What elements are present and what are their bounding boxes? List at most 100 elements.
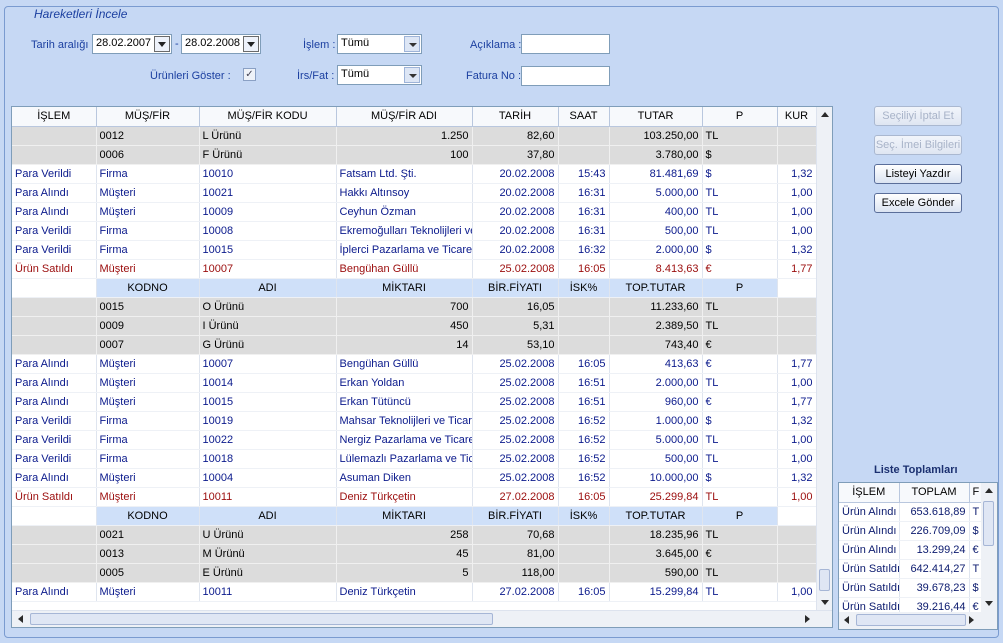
cell-date: 25.02.2008 xyxy=(472,259,559,279)
movement-row[interactable]: Para Alındı Müşteri 10021 Hakkı Altınsoy 20.… xyxy=(12,183,817,203)
cell-name: Deniz Türkçetin xyxy=(336,582,473,602)
cell-unit-price: 37,80 xyxy=(472,145,559,165)
totals-amount: 39.678,23 xyxy=(899,578,970,598)
cell-code: 10007 xyxy=(199,259,337,279)
cancel-selected-button[interactable]: Seçiliyi İptal Et xyxy=(874,106,962,126)
totals-row[interactable]: Ürün Alındı 226.709,09 $ xyxy=(839,521,982,541)
scroll-left-icon[interactable] xyxy=(844,616,849,624)
scroll-down-icon[interactable] xyxy=(821,600,829,605)
product-row[interactable]: 0012 L Ürünü 1.250 82,60 103.250,00 TL xyxy=(12,126,817,146)
sub-column-header: KODNO xyxy=(96,506,200,526)
totals-currency: T xyxy=(969,559,982,579)
movement-row[interactable]: Para Verildi Firma 10022 Nergiz Pazarlama v… xyxy=(12,430,817,450)
cell-total: 3.780,00 xyxy=(609,145,703,165)
imei-info-button[interactable]: Seç. İmei Bilgileri xyxy=(874,135,962,155)
movement-row[interactable]: Para Alındı Müşteri 10011 Deniz Türkçetin 27… xyxy=(12,582,817,602)
totals-row[interactable]: Ürün Alındı 13.299,24 € xyxy=(839,540,982,560)
scroll-up-icon[interactable] xyxy=(821,112,829,117)
product-row[interactable]: 0021 U Ürünü 258 70,68 18.235,96 TL xyxy=(12,525,817,545)
date-to-dropdown-icon[interactable] xyxy=(243,36,259,52)
date-from-dropdown-icon[interactable] xyxy=(154,36,170,52)
invoice-no-input[interactable] xyxy=(521,66,610,86)
cell-islem: Para Alındı xyxy=(12,354,97,374)
movement-row[interactable]: Para Verildi Firma 10015 İplerci Pazarlama … xyxy=(12,240,817,260)
islem-select[interactable]: Tümü xyxy=(337,34,422,54)
movement-row[interactable]: Para Alındı Müşteri 10014 Erkan Yoldan 25.02… xyxy=(12,373,817,393)
cell-empty xyxy=(12,126,97,146)
movements-grid[interactable]: İŞLEM MÜŞ/FİR MÜŞ/FİR KODU MÜŞ/FİR ADI TARİH… xyxy=(11,106,833,628)
chevron-down-icon[interactable] xyxy=(404,67,420,83)
date-from-value: 28.02.2007 xyxy=(96,37,152,49)
product-row[interactable]: 0013 M Ürünü 45 81,00 3.645,00 € xyxy=(12,544,817,564)
product-row[interactable]: 0015 O Ürünü 700 16,05 11.233,60 TL xyxy=(12,297,817,317)
totals-row[interactable]: Ürün Alındı 653.618,89 T xyxy=(839,502,982,522)
chevron-down-icon[interactable] xyxy=(404,36,420,52)
movement-row[interactable]: Para Verildi Firma 10008 Ekremoğulları Tekn… xyxy=(12,221,817,241)
totals-grid[interactable]: İŞLEM TOPLAM F Ürün Alındı 653.618,89 T Ürün … xyxy=(838,482,998,630)
cell-date: 25.02.2008 xyxy=(472,449,559,469)
irs-fat-select[interactable]: Tümü xyxy=(337,65,422,85)
product-row[interactable]: 0007 G Ürünü 14 53,10 743,40 € xyxy=(12,335,817,355)
scroll-down-icon[interactable] xyxy=(985,601,993,606)
cell-musfir: Müşteri xyxy=(96,373,200,393)
show-products-checkbox[interactable]: ✓ xyxy=(243,68,256,81)
totals-row[interactable]: Ürün Satıldı 39.678,23 $ xyxy=(839,578,982,598)
cell-currency: TL xyxy=(702,297,778,317)
date-from-picker[interactable]: 28.02.2007 xyxy=(92,34,172,54)
scroll-up-icon[interactable] xyxy=(985,488,993,493)
scroll-left-icon[interactable] xyxy=(18,615,23,623)
product-row[interactable]: 0006 F Ürünü 100 37,80 3.780,00 $ xyxy=(12,145,817,165)
movement-row[interactable]: Ürün Satıldı Müşteri 10011 Deniz Türkçetin 2… xyxy=(12,487,817,507)
cell-currency: TL xyxy=(702,525,778,545)
islem-value: Tümü xyxy=(341,37,370,49)
irs-fat-value: Tümü xyxy=(341,68,370,80)
print-list-button[interactable]: Listeyi Yazdır xyxy=(874,164,962,184)
vertical-scroll-thumb[interactable] xyxy=(819,569,830,591)
sub-column-header: ADI xyxy=(199,506,337,526)
cell-code: 10004 xyxy=(199,468,337,488)
product-row[interactable]: 0009 I Ürünü 450 5,31 2.389,50 TL xyxy=(12,316,817,336)
movement-row[interactable]: Ürün Satıldı Müşteri 10007 Bengühan Güllü 25… xyxy=(12,259,817,279)
cell-islem: Para Verildi xyxy=(12,449,97,469)
movement-row[interactable]: Para Verildi Firma 10019 Mahsar Teknolijler… xyxy=(12,411,817,431)
cell-date: 20.02.2008 xyxy=(472,183,559,203)
cell-name: Ceyhun Özman xyxy=(336,202,473,222)
totals-horizontal-thumb[interactable] xyxy=(856,614,966,626)
scroll-right-icon[interactable] xyxy=(969,616,974,624)
cell-date: 27.02.2008 xyxy=(472,487,559,507)
movement-row[interactable]: Para Alındı Müşteri 10015 Erkan Tütüncü 25.0… xyxy=(12,392,817,412)
cell-total: 18.235,96 xyxy=(609,525,703,545)
cell-code: 10019 xyxy=(199,411,337,431)
movement-row[interactable]: Para Verildi Firma 10018 Lülemazlı Pazarlam… xyxy=(12,449,817,469)
movement-row[interactable]: Para Alındı Müşteri 10004 Asuman Diken 25.02… xyxy=(12,468,817,488)
grid-vertical-scrollbar[interactable] xyxy=(816,107,832,611)
totals-row[interactable]: Ürün Satıldı 642.414,27 T xyxy=(839,559,982,579)
date-to-picker[interactable]: 28.02.2008 xyxy=(181,34,261,54)
cell-empty xyxy=(777,525,817,545)
totals-horizontal-scrollbar[interactable] xyxy=(839,612,997,629)
grid-horizontal-scrollbar[interactable] xyxy=(12,610,832,627)
horizontal-scroll-thumb[interactable] xyxy=(30,613,493,625)
totals-vertical-thumb[interactable] xyxy=(983,501,994,546)
product-row[interactable]: 0005 E Ürünü 5 118,00 590,00 TL xyxy=(12,563,817,583)
export-excel-button[interactable]: Excele Gönder xyxy=(874,193,962,213)
aciklama-label: Açıklama : xyxy=(470,39,522,51)
cell-amount: 500,00 xyxy=(609,221,703,241)
cell-empty xyxy=(12,544,97,564)
totals-header-row: İŞLEM TOPLAM F xyxy=(839,483,982,503)
cell-total: 103.250,00 xyxy=(609,126,703,146)
movement-row[interactable]: Para Alındı Müşteri 10009 Ceyhun Özman 20.02… xyxy=(12,202,817,222)
cell-rate: 1,32 xyxy=(777,468,817,488)
scroll-right-icon[interactable] xyxy=(805,615,810,623)
cell-code: 10011 xyxy=(199,582,337,602)
cell-rate: 1,00 xyxy=(777,183,817,203)
movement-row[interactable]: Para Alındı Müşteri 10007 Bengühan Güllü 25.… xyxy=(12,354,817,374)
movement-row[interactable]: Para Verildi Firma 10010 Fatsam Ltd. Şti. 20… xyxy=(12,164,817,184)
cell-empty xyxy=(777,297,817,317)
cell-code: 10007 xyxy=(199,354,337,374)
cell-rate: 1,77 xyxy=(777,259,817,279)
movements-table: İŞLEM MÜŞ/FİR MÜŞ/FİR KODU MÜŞ/FİR ADI TARİH… xyxy=(12,107,817,602)
aciklama-input[interactable] xyxy=(521,34,610,54)
totals-vertical-scrollbar[interactable] xyxy=(981,483,997,613)
cell-discount xyxy=(558,145,610,165)
